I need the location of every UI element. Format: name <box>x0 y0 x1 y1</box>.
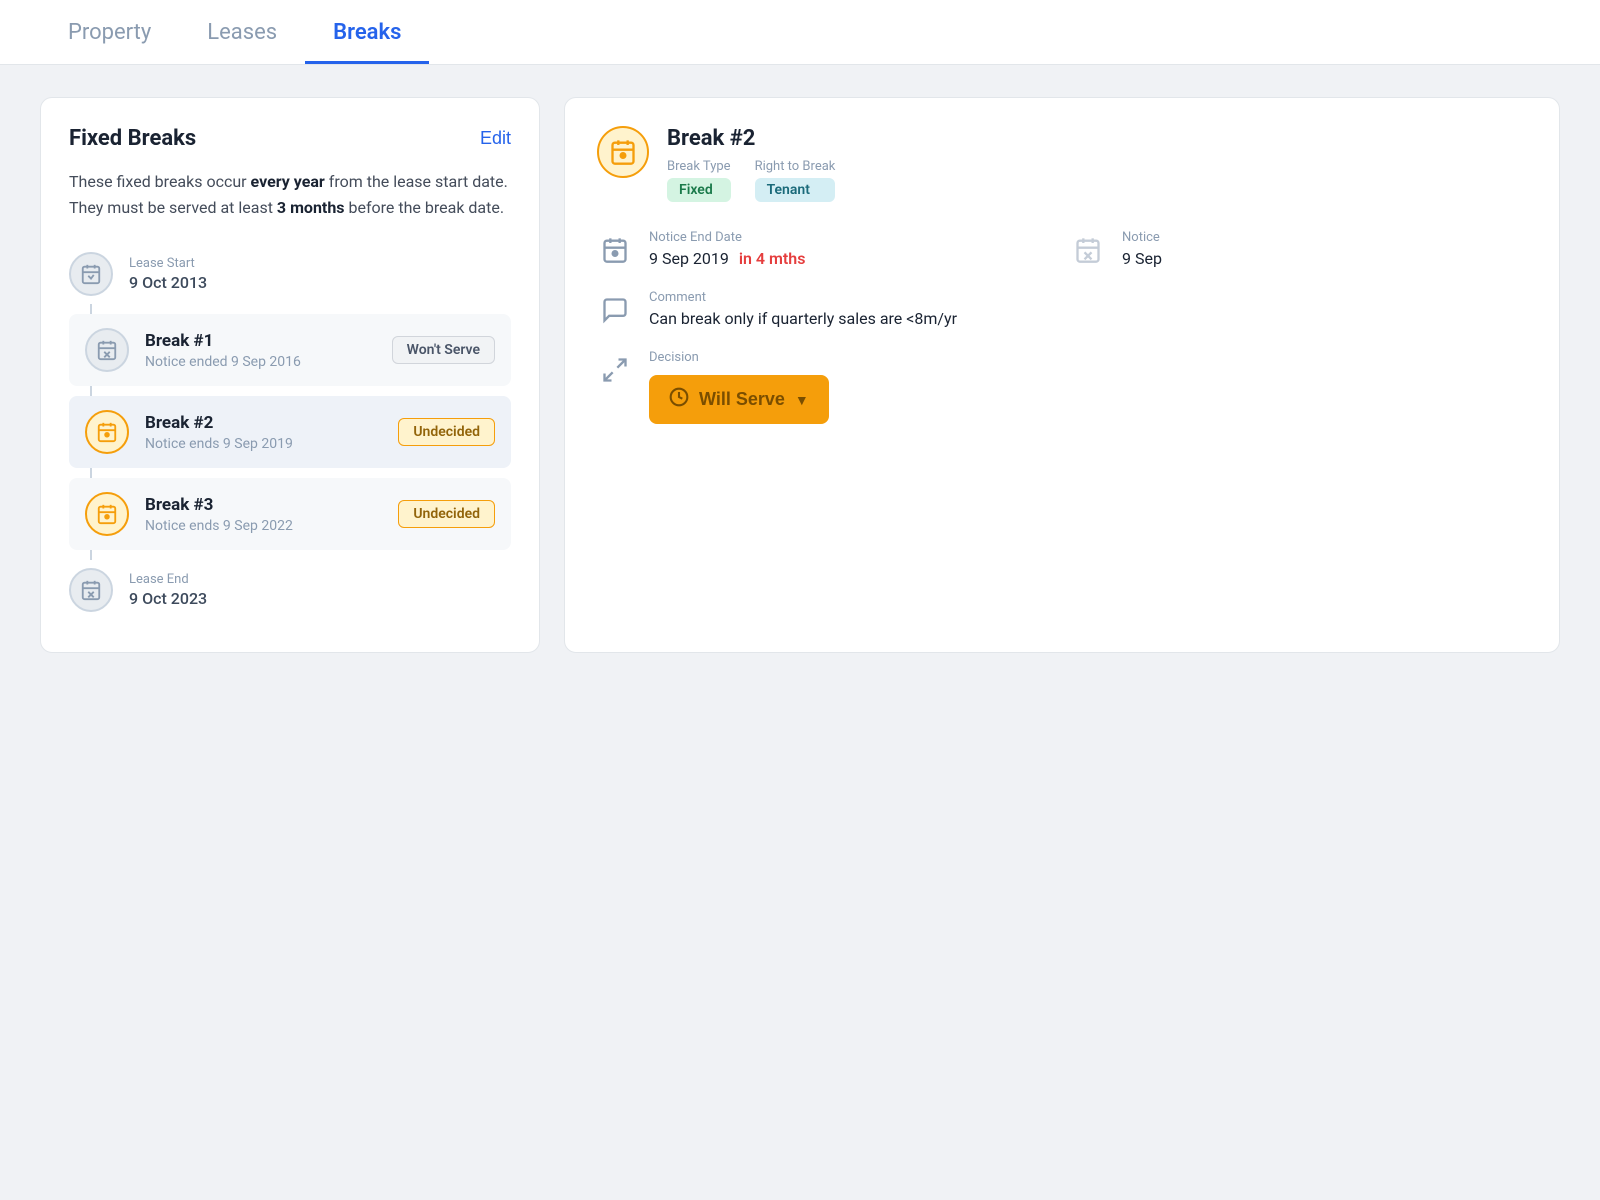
panel-header: Fixed Breaks Edit <box>69 126 511 151</box>
tab-breaks[interactable]: Breaks <box>305 0 429 64</box>
break2-badge: Undecided <box>398 418 495 446</box>
top-nav: Property Leases Breaks <box>0 0 1600 65</box>
notice-end-date-icon <box>597 232 633 268</box>
break-row-2[interactable]: Break #2 Notice ends 9 Sep 2019 Undecide… <box>69 396 511 468</box>
break3-icon <box>85 492 129 536</box>
spacer3 <box>90 468 511 478</box>
edit-button[interactable]: Edit <box>480 128 511 149</box>
decision-btn-label: Will Serve <box>699 389 785 410</box>
right-to-break-group: Right to Break Tenant <box>755 159 836 202</box>
break-detail-title: Break #2 <box>667 126 835 151</box>
notice-end-date-content: Notice End Date 9 Sep 2019 in 4 mths <box>649 230 1054 268</box>
comment-content: Comment Can break only if quarterly sale… <box>649 290 1527 328</box>
lease-start-item: Lease Start 9 Oct 2013 <box>69 244 511 304</box>
lease-start-icon <box>69 252 113 296</box>
left-panel: Fixed Breaks Edit These fixed breaks occ… <box>40 97 540 653</box>
notice-end-date-value: 9 Sep 2019 in 4 mths <box>649 249 1054 268</box>
notice-end-date2-icon <box>1070 232 1106 268</box>
right-panel: Break #2 Break Type Fixed Right to Break… <box>564 97 1560 653</box>
panel-title: Fixed Breaks <box>69 126 196 151</box>
comment-row: Comment Can break only if quarterly sale… <box>597 290 1527 328</box>
break-type-group: Break Type Fixed <box>667 159 731 202</box>
break1-icon <box>85 328 129 372</box>
spacer4 <box>90 550 511 560</box>
decision-button[interactable]: Will Serve ▼ <box>649 375 829 424</box>
decision-icon <box>597 352 633 388</box>
lease-end-item: Lease End 9 Oct 2023 <box>69 560 511 620</box>
break-row-1[interactable]: Break #1 Notice ended 9 Sep 2016 Won't S… <box>69 314 511 386</box>
right-to-break-badge: Tenant <box>755 178 836 202</box>
lease-end-label: Lease End 9 Oct 2023 <box>129 572 511 608</box>
break1-badge: Won't Serve <box>392 336 495 364</box>
break-detail-icon <box>597 126 649 178</box>
break3-info: Break #3 Notice ends 9 Sep 2022 <box>145 495 382 534</box>
panel-description: These fixed breaks occur every year from… <box>69 169 511 220</box>
spacer <box>90 304 511 314</box>
decision-row: Decision Will Serve ▼ <box>597 350 1527 424</box>
notice-end-date-row: Notice End Date 9 Sep 2019 in 4 mths Not… <box>597 230 1527 268</box>
lease-end-icon <box>69 568 113 612</box>
tab-property[interactable]: Property <box>40 0 179 64</box>
break1-info: Break #1 Notice ended 9 Sep 2016 <box>145 331 376 370</box>
lease-start-label: Lease Start 9 Oct 2013 <box>129 256 511 292</box>
break-type-badge: Fixed <box>667 178 731 202</box>
main-content: Fixed Breaks Edit These fixed breaks occ… <box>0 65 1600 685</box>
break2-info: Break #2 Notice ends 9 Sep 2019 <box>145 413 382 452</box>
break3-badge: Undecided <box>398 500 495 528</box>
break2-icon <box>85 410 129 454</box>
comment-icon <box>597 292 633 328</box>
tab-leases[interactable]: Leases <box>179 0 305 64</box>
break-detail-title-group: Break #2 Break Type Fixed Right to Break… <box>667 126 835 202</box>
notice-end-date2-content: Notice 9 Sep <box>1122 230 1527 268</box>
decision-content: Decision Will Serve ▼ <box>649 350 1527 424</box>
decision-btn-clock-icon <box>669 387 689 412</box>
chevron-down-icon: ▼ <box>795 392 809 408</box>
break-row-3[interactable]: Break #3 Notice ends 9 Sep 2022 Undecide… <box>69 478 511 550</box>
spacer2 <box>90 386 511 396</box>
timeline: Lease Start 9 Oct 2013 <box>69 244 511 620</box>
detail-badges: Break Type Fixed Right to Break Tenant <box>667 159 835 202</box>
break-detail-header: Break #2 Break Type Fixed Right to Break… <box>597 126 1527 202</box>
